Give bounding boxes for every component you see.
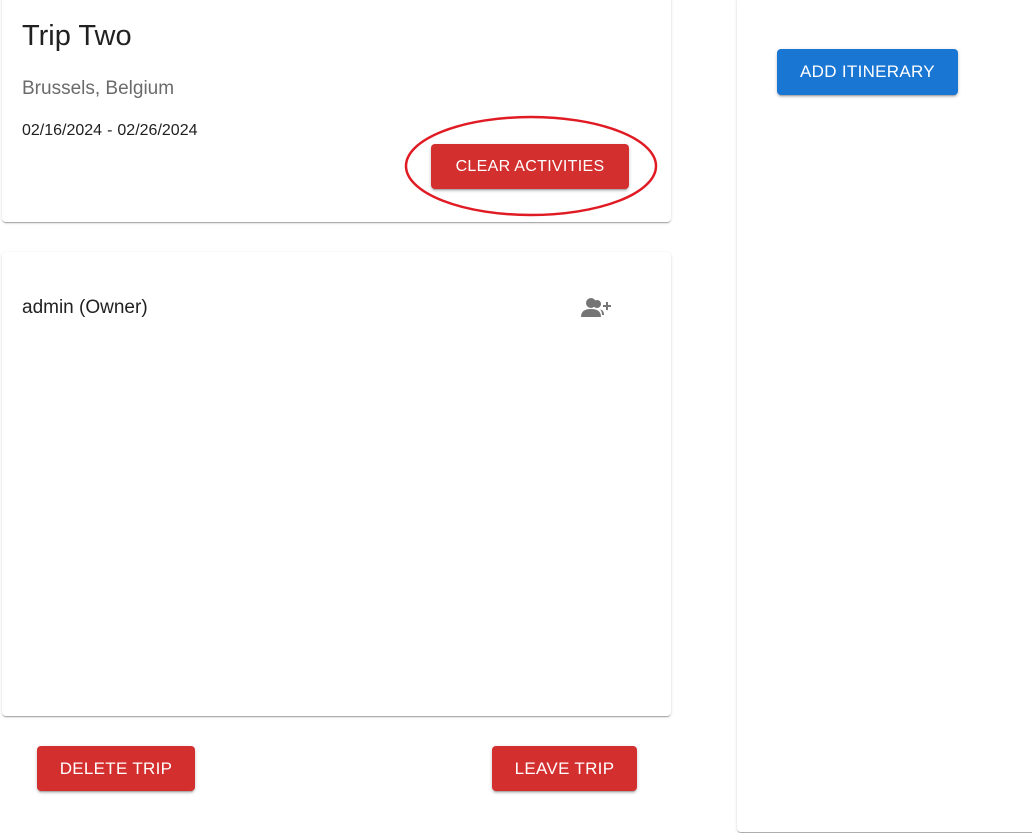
person-add-icon[interactable]: [580, 296, 612, 320]
trip-start-date: 02/16/2024: [22, 122, 103, 139]
trip-location: Brussels, Belgium: [22, 78, 175, 99]
clear-activities-button[interactable]: CLEAR ACTIVITIES: [431, 144, 629, 189]
trip-title: Trip Two: [22, 20, 132, 52]
delete-trip-button[interactable]: DELETE TRIP: [37, 746, 195, 791]
leave-trip-button[interactable]: LEAVE TRIP: [492, 746, 637, 791]
member-item: admin (Owner): [22, 297, 148, 318]
trip-members-card: admin (Owner): [2, 252, 671, 716]
add-itinerary-button[interactable]: ADD ITINERARY: [777, 49, 958, 95]
trip-end-date: 02/26/2024: [117, 122, 198, 139]
date-separator: -: [107, 122, 113, 139]
trip-date-range: 02/16/2024-02/26/2024: [22, 122, 197, 140]
itinerary-panel: [737, 0, 1032, 832]
trip-details-page: Trip Two Brussels, Belgium 02/16/2024-02…: [0, 0, 1032, 833]
